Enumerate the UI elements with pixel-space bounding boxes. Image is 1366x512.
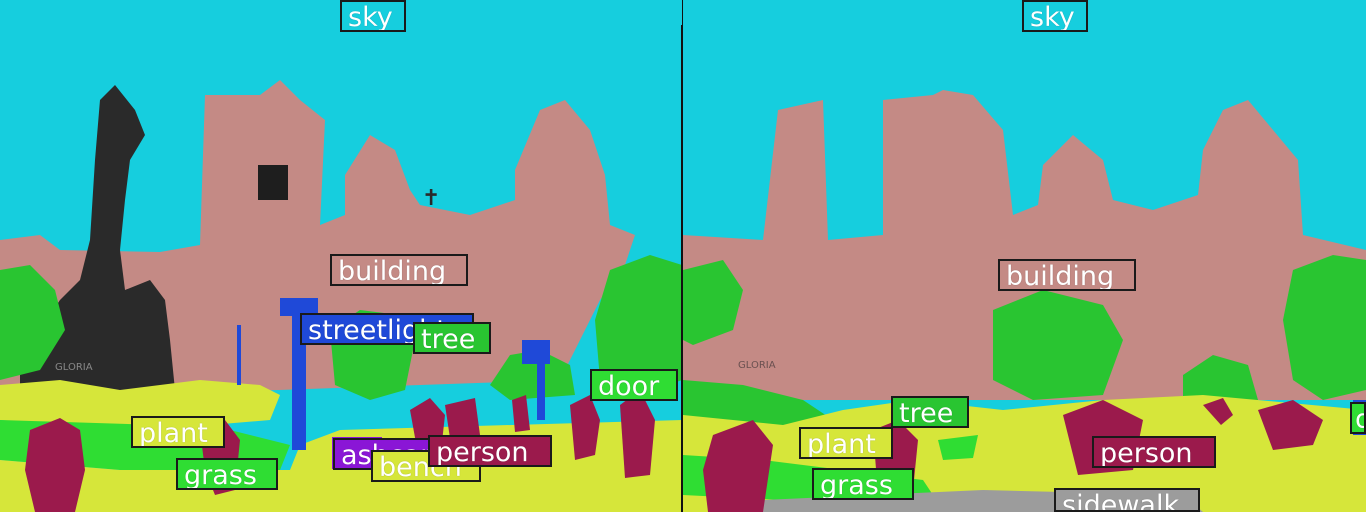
label-building: building — [998, 259, 1136, 291]
label-tree: tree — [891, 396, 969, 428]
person-region — [445, 398, 480, 438]
segmentation-comparison: ✝ GLORIA GLORIA sky building streetlight… — [0, 0, 1366, 512]
label-grass: grass — [812, 468, 914, 500]
building-window — [258, 165, 288, 200]
tree-region-center — [993, 290, 1123, 400]
streetlight-head-2 — [522, 340, 550, 364]
tree-region-right — [1283, 255, 1366, 400]
label-sky: sky — [340, 0, 406, 32]
right-segmentation-panel: GLORIA — [683, 0, 1366, 512]
label-building: building — [330, 254, 468, 286]
left-panel-divider — [681, 25, 682, 512]
person-region — [25, 418, 85, 512]
statue-engraving: GLORIA — [55, 362, 93, 373]
label-tree: tree — [413, 322, 491, 354]
label-plant: plant — [799, 427, 893, 459]
label-door: door — [590, 369, 678, 401]
label-sky: sky — [1022, 0, 1088, 32]
label-sidewalk: sidewalk — [1054, 488, 1200, 512]
streetlight-thin — [237, 325, 241, 385]
building-cross: ✝ — [422, 186, 440, 211]
label-person: person — [428, 435, 552, 467]
label-plant: plant — [131, 416, 225, 448]
label-grass: grass — [176, 458, 278, 490]
label-door: d — [1350, 402, 1366, 434]
label-person: person — [1092, 436, 1216, 468]
statue-engraving: GLORIA — [738, 360, 776, 371]
